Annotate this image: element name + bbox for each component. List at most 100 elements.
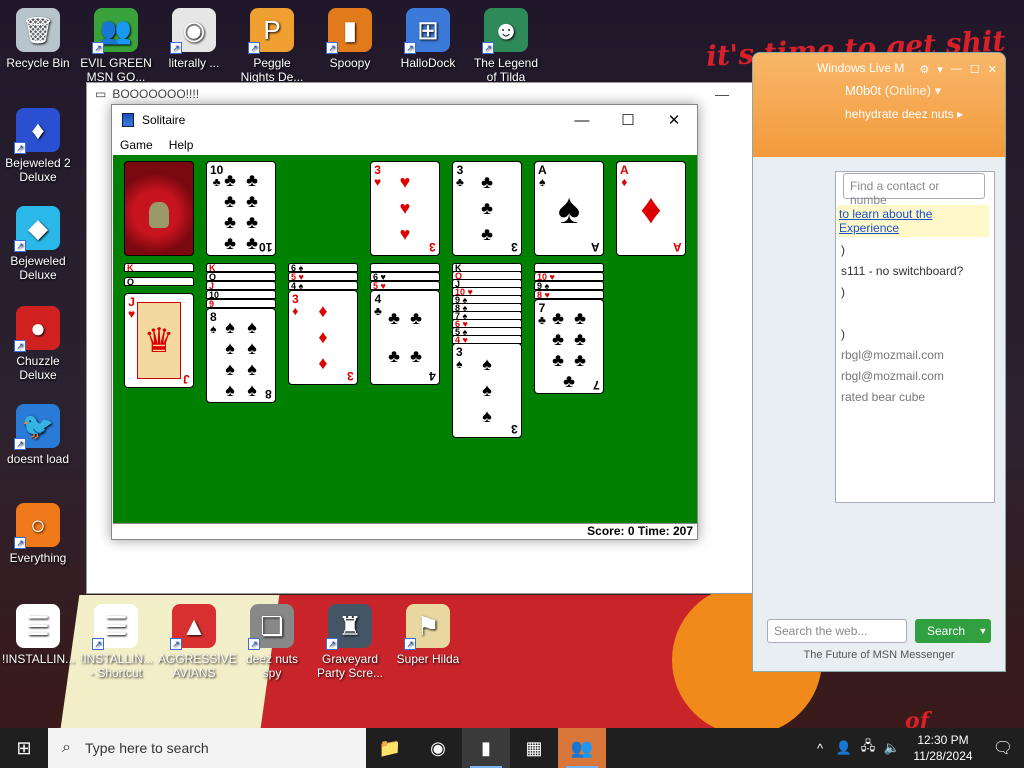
- taskbar-window-app-button[interactable]: ▦: [510, 728, 558, 768]
- desktop-icon[interactable]: ♜ ↗ Graveyard Party Scre...: [314, 604, 386, 680]
- desktop-icon[interactable]: 🐦 ↗ doesnt load: [2, 404, 74, 466]
- desktop-icon-label: Peggle Nights De...: [240, 56, 304, 84]
- tableau-card-edge[interactable]: 5 ♥: [370, 281, 440, 290]
- tableau-card-edge[interactable]: 8 ♥: [534, 290, 604, 299]
- desktop-icon[interactable]: P ↗ Peggle Nights De...: [236, 8, 308, 84]
- menu-help[interactable]: Help: [169, 138, 194, 152]
- msn-minimize-button[interactable]: —: [951, 63, 962, 76]
- tableau-card-edge[interactable]: Q: [124, 277, 194, 286]
- contact-entry[interactable]: ): [841, 243, 845, 257]
- taskbar-msn-messenger-button[interactable]: 👥: [558, 728, 606, 768]
- tableau-card-edge[interactable]: K: [206, 263, 276, 272]
- network-icon[interactable]: 🖧: [856, 737, 880, 759]
- tableau-card-edge[interactable]: K: [124, 263, 194, 272]
- taskbar-search-box[interactable]: ⌕ Type here to search: [48, 728, 366, 768]
- tableau-card-edge[interactable]: 10 ♥: [534, 272, 604, 281]
- contact-entry[interactable]: s111 - no switchboard?: [841, 264, 963, 278]
- close-button[interactable]: ✕: [651, 105, 697, 135]
- tableau-top-card[interactable]: J ♥ J ♛: [124, 293, 194, 388]
- desktop-icon-label: The Legend of Tilda: [473, 56, 539, 84]
- foundation-pile[interactable]: 3 ♣ 3 ♣ ♣ ♣: [452, 161, 522, 256]
- contact-entry[interactable]: rated bear cube: [841, 390, 925, 404]
- msn-settings-icon[interactable]: ⚙: [920, 63, 930, 76]
- desktop-icon[interactable]: ⊞ ↗ HalloDock: [392, 8, 464, 70]
- menu-game[interactable]: Game: [120, 138, 153, 152]
- foundation-pile[interactable]: 3 ♥ 3 ♥ ♥ ♥: [370, 161, 440, 256]
- shortcut-arrow-icon: ↗: [248, 42, 260, 54]
- minimize-button[interactable]: —: [559, 105, 605, 135]
- desktop-icon[interactable]: ❏ ↗ deez nuts spy: [236, 604, 308, 680]
- contact-entry[interactable]: rbgl@mozmail.com: [841, 369, 944, 383]
- waste-pile[interactable]: 10♣10♣♣♣♣♣♣♣♣♣♣: [206, 161, 276, 256]
- tray-msn-icon[interactable]: 👤: [832, 740, 856, 756]
- desktop-icon[interactable]: ◆ ↗ Bejeweled Deluxe: [2, 206, 74, 282]
- tray-overflow-icon[interactable]: ^: [808, 741, 832, 756]
- desktop-icon[interactable]: ☻ ↗ The Legend of Tilda: [470, 8, 542, 84]
- tableau-card-edge[interactable]: 4 ♠: [288, 281, 358, 290]
- desktop-icon[interactable]: ▲ ↗ AGGRESSIVE AVIANS: [158, 604, 237, 680]
- maximize-button[interactable]: ☐: [605, 105, 651, 135]
- stock-pile[interactable]: [124, 161, 194, 256]
- search-dropdown-button[interactable]: ▼: [975, 619, 991, 643]
- card-suit-icon: ♠: [539, 175, 546, 189]
- foundation-pile[interactable]: A ♦ A ♦: [616, 161, 686, 256]
- tableau-top-card[interactable]: 8 ♠ 8 ♠ ♠ ♠ ♠ ♠ ♠ ♠ ♠: [206, 308, 276, 403]
- desktop-icon[interactable]: ▮ ↗ Spoopy: [314, 8, 386, 70]
- foundation-pile[interactable]: A ♠ A ♠: [534, 161, 604, 256]
- desktop-icon[interactable]: 👥 ↗ EVIL GREEN MSN GO...: [80, 8, 152, 84]
- find-contact-input[interactable]: Find a contact or numbe: [843, 173, 985, 207]
- face-card-icon: ♛: [143, 321, 175, 360]
- card-pips: ♣♣♣♣♣♣♣♣♣♣: [224, 170, 258, 255]
- tableau-top-card[interactable]: 7 ♣ 7 ♣ ♣ ♣ ♣ ♣ ♣ ♣: [534, 299, 604, 394]
- msn-close-button[interactable]: ✕: [988, 63, 997, 76]
- clock[interactable]: 12:30 PM 11/28/2024: [904, 732, 982, 764]
- tableau-top-card[interactable]: 3 ♠ 3 ♠ ♠ ♠: [452, 343, 522, 438]
- tableau-card-edge[interactable]: Q: [206, 272, 276, 281]
- taskbar-firefox-button[interactable]: ◉: [414, 728, 462, 768]
- desktop-icon[interactable]: ○ ↗ Everything: [2, 503, 74, 565]
- tableau-card-edge[interactable]: J: [206, 281, 276, 290]
- web-search-input[interactable]: Search the web...: [767, 619, 907, 643]
- contact-entry[interactable]: rbgl@mozmail.com: [841, 348, 944, 362]
- taskbar-solitaire-button[interactable]: ▮: [462, 728, 510, 768]
- web-search-button[interactable]: Search: [915, 619, 977, 643]
- msn-maximize-button[interactable]: ☐: [970, 63, 980, 76]
- contact-entry[interactable]: ): [841, 327, 845, 341]
- desktop-icon[interactable]: ♦ ↗ Bejeweled 2 Deluxe: [2, 108, 74, 184]
- tableau-card-edge[interactable]: 6 ♠: [288, 263, 358, 272]
- tableau-card-edge[interactable]: 9 ♠: [534, 281, 604, 290]
- game-table[interactable]: 10♣10♣♣♣♣♣♣♣♣♣♣3♥3♥♥♥3♣3♣♣♣A♠A♠A♦A♦KQJ♥J…: [113, 155, 697, 523]
- contact-entry[interactable]: ): [841, 285, 845, 299]
- desktop-icon[interactable]: 🗑 Recycle Bin: [2, 8, 74, 70]
- card-suit-icon: ♥: [374, 175, 382, 189]
- msn-user-line[interactable]: M0b0t (Online) ▾: [845, 83, 995, 99]
- ghost-minimize-button[interactable]: —: [699, 83, 745, 105]
- notification-center-icon[interactable]: 🗨: [982, 738, 1024, 758]
- desktop-icon[interactable]: ☰ ↗ !INSTALLIN... - Shortcut: [80, 604, 153, 680]
- tableau-top-card[interactable]: 4 ♣ 4 ♣ ♣ ♣ ♣: [370, 290, 440, 385]
- desktop-icon[interactable]: ● ↗ Chuzzle Deluxe: [2, 306, 74, 382]
- msn-personal-message[interactable]: hehydrate deez nuts ▸: [845, 107, 995, 121]
- desktop-icon[interactable]: ◉ ↗ literally ...: [158, 8, 230, 70]
- desktop-icon-label: doesnt load: [6, 452, 70, 466]
- card-rank-corner: J: [183, 372, 190, 386]
- msn-tip-link[interactable]: to learn about the Experience: [837, 205, 989, 237]
- desktop-icon[interactable]: ☰ !INSTALLIN...: [2, 604, 75, 666]
- tableau-top-card[interactable]: 3 ♦ 3 ♦ ♦ ♦: [288, 290, 358, 385]
- solitaire-window[interactable]: Solitaire — ☐ ✕ Game Help 10♣10♣♣♣♣♣♣♣♣♣…: [111, 104, 698, 540]
- card-pips: ♣ ♣ ♣: [481, 172, 493, 244]
- msn-status[interactable]: (Online) ▾: [885, 83, 941, 98]
- tableau-card-edge[interactable]: [370, 263, 440, 272]
- taskbar-file-explorer-button[interactable]: 📁: [366, 728, 414, 768]
- tableau-card-edge[interactable]: 9: [206, 299, 276, 308]
- desktop-icon-label: Bejeweled Deluxe: [10, 254, 66, 282]
- tableau-card-edge[interactable]: 10: [206, 290, 276, 299]
- volume-icon[interactable]: 🔈: [880, 740, 904, 756]
- msn-menu-icon[interactable]: ▾: [937, 63, 943, 76]
- tableau-card-edge[interactable]: 5 ♥: [288, 272, 358, 281]
- tableau-card-edge[interactable]: 6 ♥: [370, 272, 440, 281]
- desktop-icon[interactable]: ⚑ ↗ Super Hilda: [392, 604, 464, 666]
- start-button[interactable]: ⊞: [0, 728, 48, 768]
- msn-messenger-window[interactable]: Windows Live M M0b0t (Online) ▾ hehydrat…: [752, 52, 1006, 672]
- tableau-card-edge[interactable]: [534, 263, 604, 272]
